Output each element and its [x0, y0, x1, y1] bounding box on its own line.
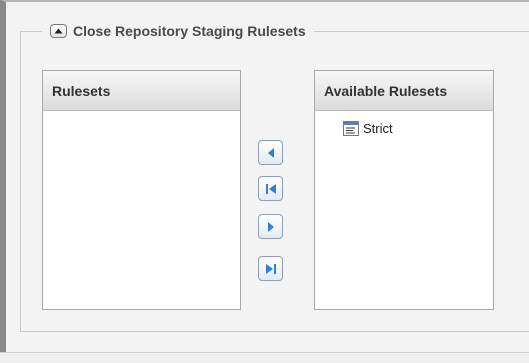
available-rulesets-list[interactable]: Available Rulesets Strict [314, 70, 494, 310]
move-right-button[interactable] [258, 214, 283, 239]
list-item-label: Strict [363, 121, 393, 136]
arrow-last-icon [265, 263, 276, 274]
collapse-up-icon[interactable] [50, 24, 67, 38]
rulesets-list[interactable]: Rulesets [42, 70, 241, 310]
ruleset-icon [343, 121, 359, 136]
arrow-first-icon [265, 183, 276, 194]
bottom-divider [0, 352, 529, 363]
rulesets-header: Rulesets [43, 71, 240, 111]
arrow-right-icon [267, 221, 274, 232]
move-left-button[interactable] [258, 140, 283, 165]
list-item-strict[interactable]: Strict [343, 121, 393, 136]
available-rulesets-header: Available Rulesets [315, 71, 493, 111]
arrow-left-icon [267, 147, 274, 158]
section-title: Close Repository Staging Rulesets [73, 23, 306, 39]
move-all-left-button[interactable] [258, 176, 283, 201]
section-legend: Close Repository Staging Rulesets [42, 19, 314, 43]
move-all-right-button[interactable] [258, 256, 283, 281]
